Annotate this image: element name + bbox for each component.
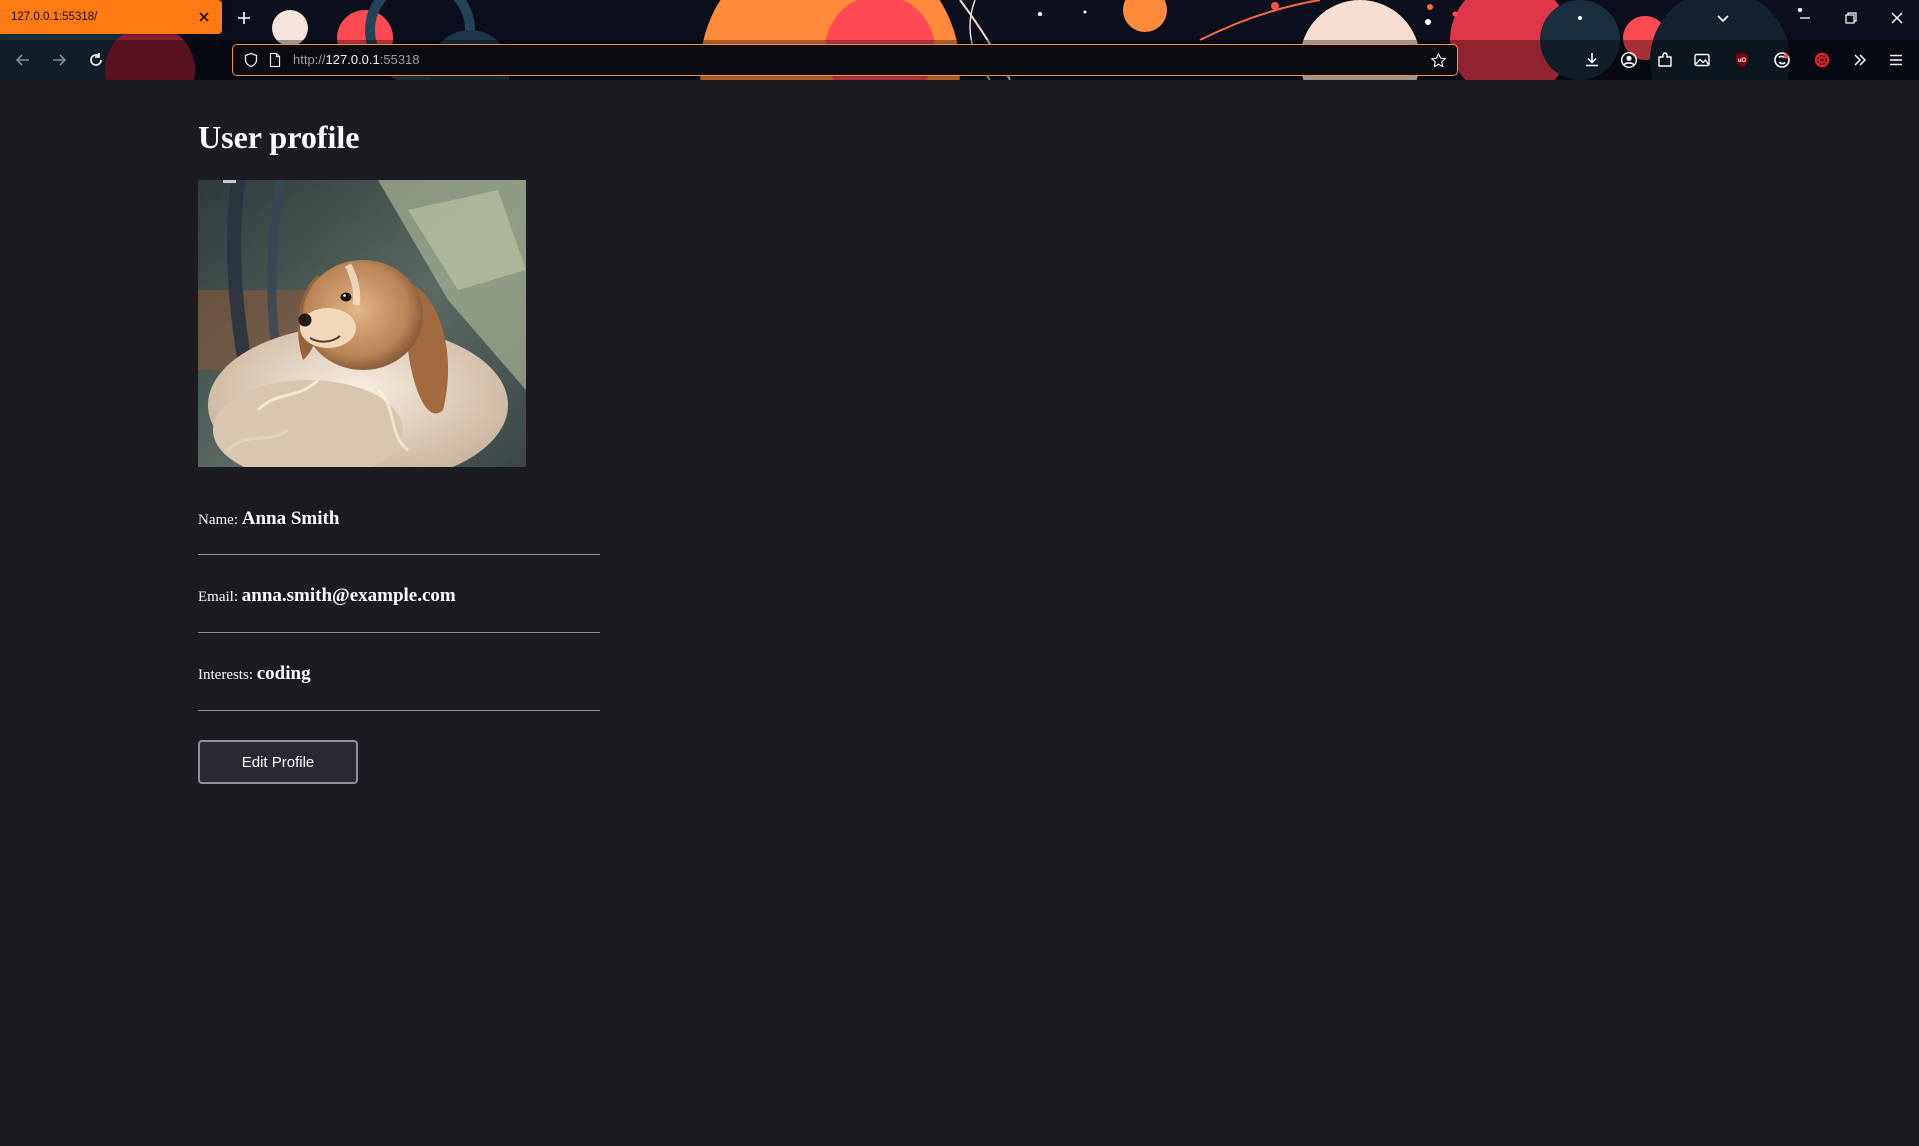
minimize-icon[interactable] — [1795, 8, 1815, 28]
svg-text:uO: uO — [1738, 58, 1747, 64]
shield-icon[interactable] — [243, 52, 259, 68]
divider — [198, 632, 600, 633]
screenshot-icon[interactable] — [1693, 51, 1711, 69]
url-port: :55318 — [379, 52, 420, 67]
extensions-puzzle-icon[interactable] — [1656, 51, 1674, 69]
email-field: Email: anna.smith@example.com — [198, 585, 600, 607]
tab-active[interactable]: 127.0.0.1:55318/ — [0, 0, 222, 34]
url-scheme: http:// — [293, 52, 326, 67]
close-window-icon[interactable] — [1887, 8, 1907, 28]
download-icon[interactable] — [1583, 51, 1601, 69]
name-label: Name: — [198, 512, 238, 528]
address-bar[interactable]: http://127.0.0.1:55318 — [232, 44, 1458, 76]
interests-label: Interests: — [198, 667, 253, 683]
email-label: Email: — [198, 589, 238, 605]
account-icon[interactable] — [1620, 51, 1638, 69]
divider — [198, 554, 600, 555]
page-icon[interactable] — [267, 52, 283, 68]
profile-photo — [198, 180, 526, 467]
tab-strip: 127.0.0.1:55318/ — [0, 0, 1919, 36]
name-field: Name: Anna Smith — [198, 508, 600, 530]
divider — [198, 710, 600, 711]
url-host: 127.0.0.1 — [325, 52, 380, 67]
back-arrow-icon[interactable] — [13, 50, 33, 70]
menu-hamburger-icon[interactable] — [1887, 51, 1905, 69]
overflow-chevron-icon[interactable] — [1851, 51, 1869, 69]
forward-arrow-icon[interactable] — [49, 50, 69, 70]
tab-title: 127.0.0.1:55318/ — [11, 11, 98, 23]
email-value: anna.smith@example.com — [241, 585, 456, 606]
interests-value: coding — [256, 663, 311, 684]
plus-icon[interactable] — [234, 8, 254, 28]
ublock-icon[interactable]: uO — [1733, 51, 1751, 69]
sync-extension-icon[interactable] — [1773, 51, 1791, 69]
chevron-down-icon[interactable] — [1713, 8, 1733, 28]
url-text[interactable]: http://127.0.0.1:55318 — [293, 52, 420, 67]
interests-field: Interests: coding — [198, 663, 600, 685]
bookmark-star-icon[interactable] — [1430, 52, 1447, 69]
edit-profile-button[interactable]: Edit Profile — [198, 740, 358, 784]
restore-icon[interactable] — [1841, 8, 1861, 28]
close-icon[interactable] — [196, 9, 212, 25]
name-value: Anna Smith — [241, 508, 340, 529]
page-content: User profile Name: Anna Smith Email: ann… — [0, 80, 1919, 1146]
gear-extension-icon[interactable] — [1813, 51, 1831, 69]
page-title: User profile — [198, 119, 360, 155]
reload-icon[interactable] — [86, 50, 106, 70]
browser-chrome: 127.0.0.1:55318/ http://127.0.0.1:55318 … — [0, 0, 1919, 80]
